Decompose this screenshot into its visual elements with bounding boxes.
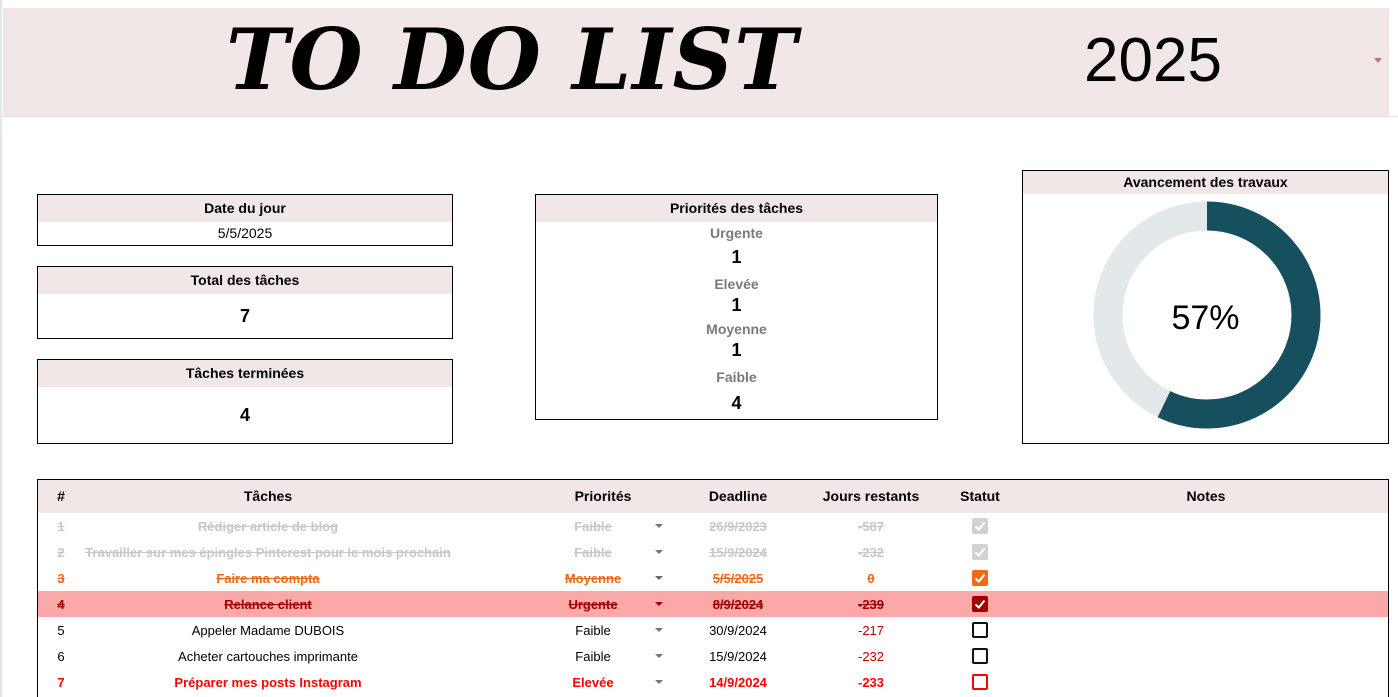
row-priority[interactable]: Faible <box>548 623 638 638</box>
row-priority[interactable]: Urgente <box>548 597 638 612</box>
status-checkbox[interactable] <box>972 674 988 690</box>
row-num: 6 <box>57 649 65 664</box>
priority-dropdown-icon[interactable] <box>655 680 663 684</box>
header-days: Jours restants <box>822 488 920 504</box>
priorities-card: Priorités des tâches Urgente 1 Elevée 1 … <box>535 194 938 420</box>
header-notes: Notes <box>1186 488 1226 504</box>
priority-label-faible: Faible <box>716 369 757 385</box>
status-checkbox[interactable] <box>972 622 988 638</box>
total-tasks-label: Total des tâches <box>38 267 452 294</box>
row-priority[interactable]: Faible <box>548 545 638 560</box>
row-priority[interactable]: Moyenne <box>548 571 638 586</box>
sheet-gridline-horizontal <box>0 116 1398 117</box>
row-deadline[interactable]: 14/9/2024 <box>678 675 798 690</box>
date-card-value: 5/5/2025 <box>217 225 273 241</box>
table-row: 2 Travailler sur mes épingles Pinterest … <box>38 539 1388 565</box>
row-deadline[interactable]: 5/5/2025 <box>678 571 798 586</box>
row-deadline[interactable]: 30/9/2024 <box>678 623 798 638</box>
checkmark-icon <box>974 573 986 583</box>
priority-label-urgente: Urgente <box>710 225 763 241</box>
row-deadline[interactable]: 26/9/2023 <box>678 519 798 534</box>
status-checkbox[interactable] <box>972 518 988 534</box>
table-row: 7 Préparer mes posts Instagram Elevée 14… <box>38 669 1388 695</box>
table-row: 6 Acheter cartouches imprimante Faible 1… <box>38 643 1388 669</box>
sheet-gridline <box>0 0 2 697</box>
year-selector-value[interactable]: 2025 <box>1084 30 1222 92</box>
date-card-label: Date du jour <box>38 195 452 222</box>
status-checkbox[interactable] <box>972 596 988 612</box>
row-priority[interactable]: Faible <box>548 649 638 664</box>
table-row: 4 Relance client Urgente 8/9/2024 -239 <box>38 591 1388 617</box>
row-priority[interactable]: Elevée <box>548 675 638 690</box>
header-task: Tâches <box>243 488 293 504</box>
priority-count-faible: 4 <box>731 393 742 413</box>
table-header: # Tâches Priorités Deadline Jours restan… <box>38 480 1388 513</box>
priority-dropdown-icon[interactable] <box>655 550 663 554</box>
row-task[interactable]: Préparer mes posts Instagram <box>118 675 418 690</box>
row-task[interactable]: Relance client <box>68 597 468 612</box>
priority-count-urgente: 1 <box>731 247 742 267</box>
done-tasks-value: 4 <box>239 405 250 425</box>
checkmark-icon <box>974 521 986 531</box>
priority-label-moyenne: Moyenne <box>706 321 767 337</box>
priority-dropdown-icon[interactable] <box>655 576 663 580</box>
tasks-table: # Tâches Priorités Deadline Jours restan… <box>37 479 1389 697</box>
priority-count-elevee: 1 <box>731 295 742 315</box>
table-row: 1 Rédiger article de blog Faible 26/9/20… <box>38 513 1388 539</box>
table-row: 3 Faire ma compta Moyenne 5/5/2025 0 <box>38 565 1388 591</box>
row-days-left: -233 <box>857 675 885 690</box>
row-task[interactable]: Appeler Madame DUBOIS <box>118 623 418 638</box>
page-title: TO DO LIST <box>226 10 798 109</box>
row-priority[interactable]: Faible <box>548 519 638 534</box>
status-checkbox[interactable] <box>972 544 988 560</box>
priority-dropdown-icon[interactable] <box>655 602 663 606</box>
done-tasks-card: Tâches terminées 4 <box>37 359 453 444</box>
row-task[interactable]: Travailler sur mes épingles Pinterest po… <box>68 545 468 560</box>
priority-label-elevee: Elevée <box>714 276 759 292</box>
progress-percent: 57% <box>1171 299 1240 337</box>
priority-count-moyenne: 1 <box>731 340 742 360</box>
row-days-left: -232 <box>857 545 885 560</box>
row-num: 5 <box>57 623 65 638</box>
row-days-left: -217 <box>857 623 885 638</box>
total-tasks-card: Total des tâches 7 <box>37 266 453 339</box>
year-dropdown-arrow-icon[interactable] <box>1374 58 1382 63</box>
progress-card: Avancement des travaux 57% <box>1022 170 1389 444</box>
header-num: # <box>57 488 65 504</box>
row-num: 7 <box>57 675 65 690</box>
priority-dropdown-icon[interactable] <box>655 654 663 658</box>
row-days-left: -587 <box>857 519 885 534</box>
status-checkbox[interactable] <box>972 648 988 664</box>
header-deadline: Deadline <box>708 488 768 504</box>
table-row: 5 Appeler Madame DUBOIS Faible 30/9/2024… <box>38 617 1388 643</box>
priorities-title: Priorités des tâches <box>536 195 937 222</box>
progress-title: Avancement des travaux <box>1023 171 1388 194</box>
status-checkbox[interactable] <box>972 570 988 586</box>
header-status: Statut <box>960 488 1000 504</box>
checkmark-icon <box>974 599 986 609</box>
row-days-left: -239 <box>857 597 885 612</box>
priority-dropdown-icon[interactable] <box>655 628 663 632</box>
row-deadline[interactable]: 15/9/2024 <box>678 545 798 560</box>
row-task[interactable]: Rédiger article de blog <box>68 519 468 534</box>
row-deadline[interactable]: 8/9/2024 <box>678 597 798 612</box>
done-tasks-label: Tâches terminées <box>38 360 452 387</box>
priority-dropdown-icon[interactable] <box>655 524 663 528</box>
date-card: Date du jour 5/5/2025 <box>37 194 453 246</box>
row-deadline[interactable]: 15/9/2024 <box>678 649 798 664</box>
header-priority: Priorités <box>574 488 632 504</box>
row-days-left: 0 <box>867 571 875 586</box>
checkmark-icon <box>974 547 986 557</box>
total-tasks-value: 7 <box>239 306 250 326</box>
row-task[interactable]: Faire ma compta <box>68 571 468 586</box>
row-task[interactable]: Acheter cartouches imprimante <box>118 649 418 664</box>
row-days-left: -232 <box>857 649 885 664</box>
